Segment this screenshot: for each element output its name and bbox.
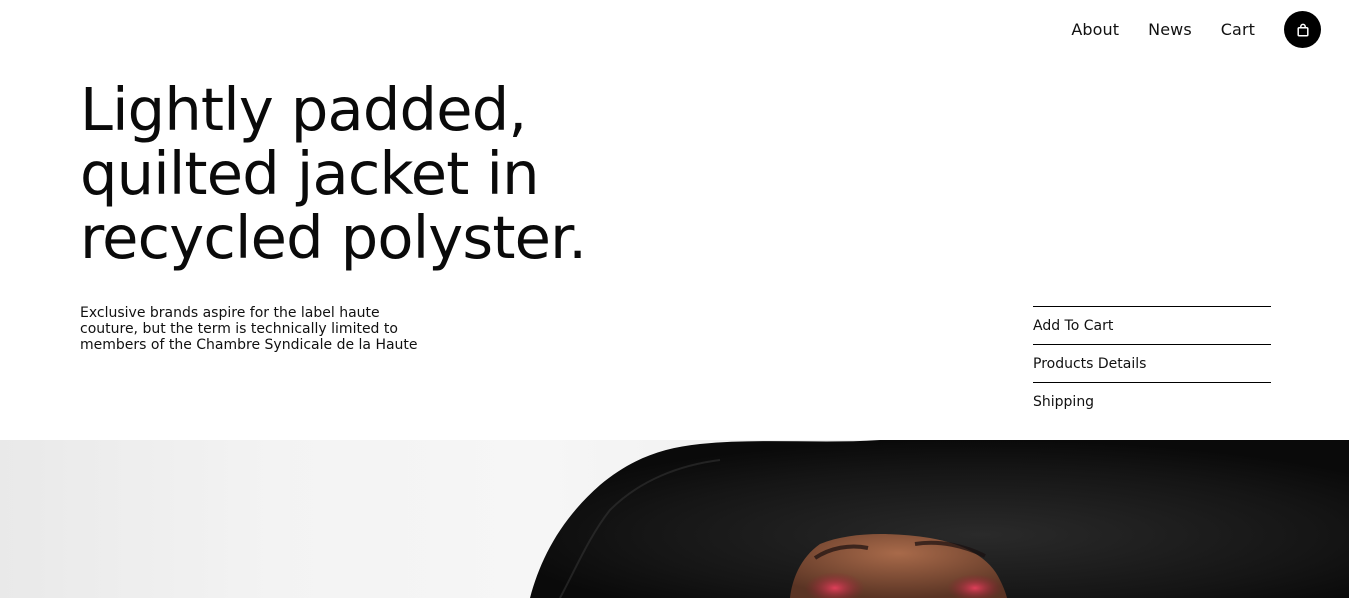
hero-model-image [0, 440, 1349, 598]
page: About News Cart Lightly padded, quilted … [0, 0, 1349, 598]
shopping-bag-icon [1296, 23, 1309, 37]
product-side-menu: Add To Cart Products Details Shipping [1033, 306, 1271, 420]
model-photo [530, 440, 1349, 598]
top-nav: About News Cart [1071, 10, 1321, 49]
hero-title: Lightly padded, quilted jacket in recycl… [80, 75, 587, 272]
side-item-products-details[interactable]: Products Details [1033, 344, 1271, 382]
hero-description: Exclusive brands aspire for the label ha… [80, 305, 418, 353]
side-item-add-to-cart[interactable]: Add To Cart [1033, 306, 1271, 344]
cart-button[interactable] [1284, 11, 1321, 48]
nav-link-cart[interactable]: Cart [1221, 20, 1255, 39]
nav-link-about[interactable]: About [1071, 20, 1119, 39]
nav-link-news[interactable]: News [1148, 20, 1192, 39]
side-item-shipping[interactable]: Shipping [1033, 382, 1271, 420]
